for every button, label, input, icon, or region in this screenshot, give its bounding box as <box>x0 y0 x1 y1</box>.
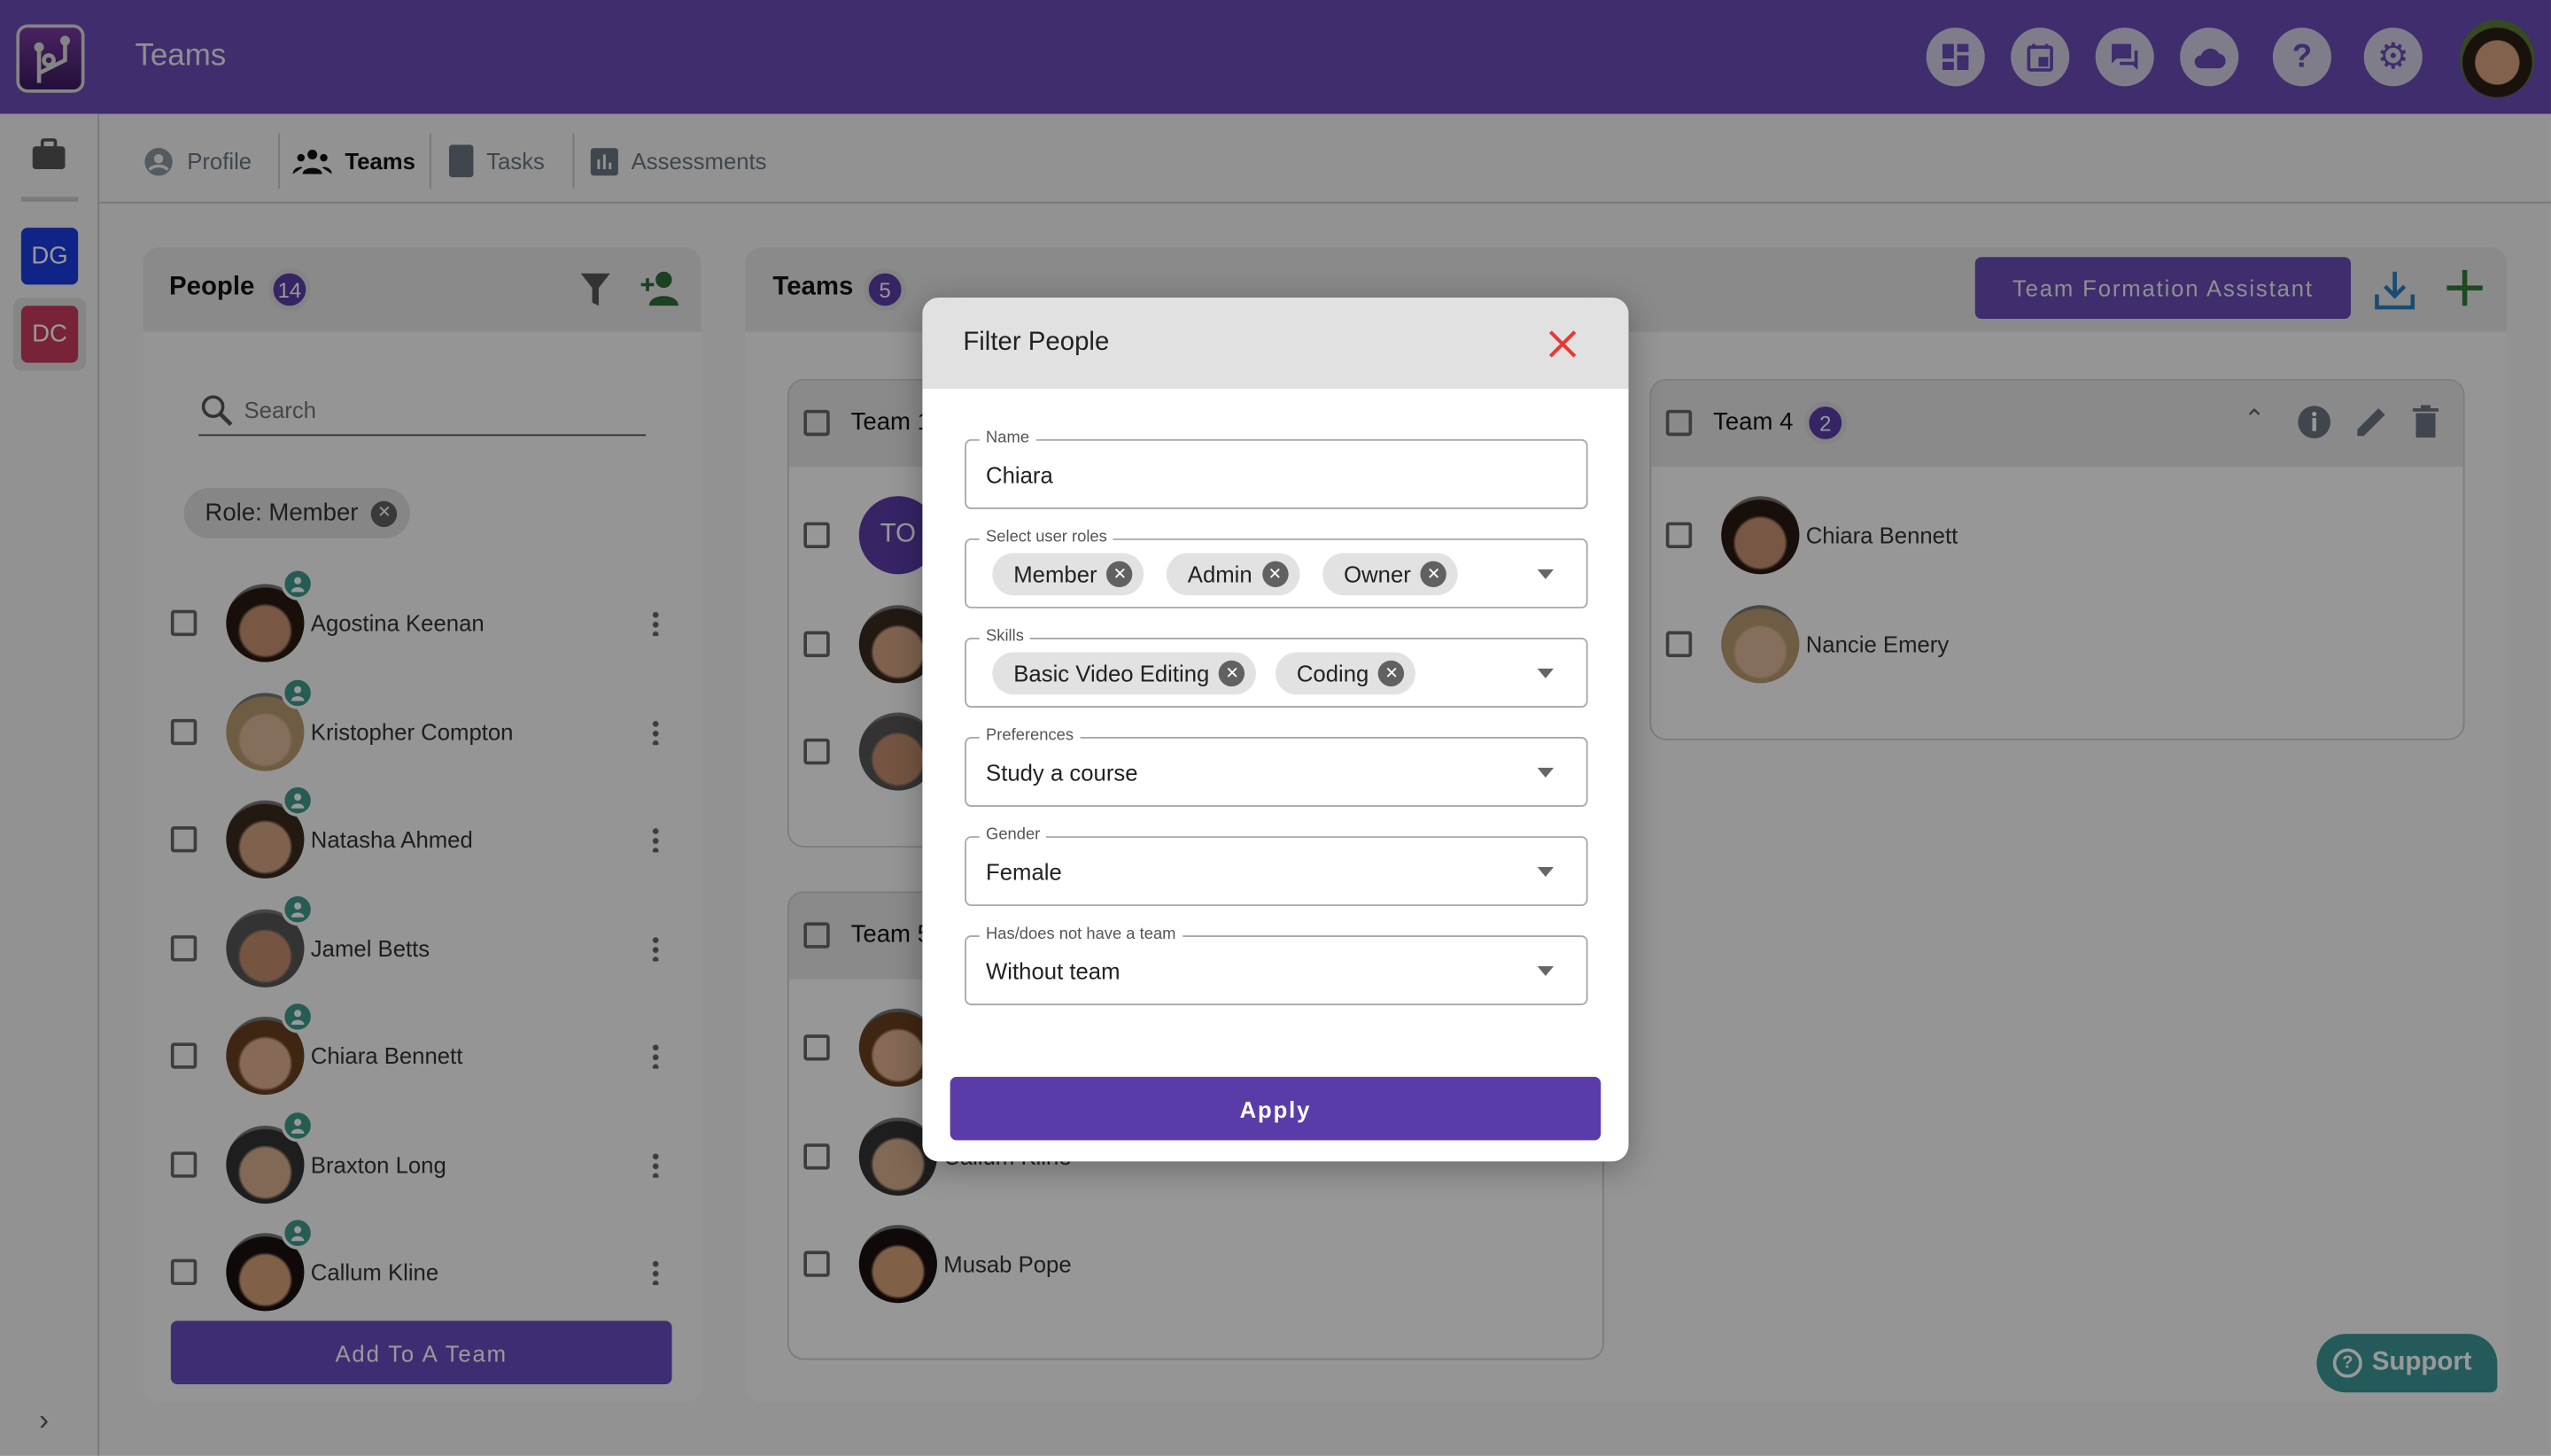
dropdown-arrow-icon[interactable] <box>1537 866 1555 877</box>
gender-label: Gender <box>979 826 1047 845</box>
apply-button[interactable]: Apply <box>950 1076 1601 1141</box>
chip-label: Coding <box>1296 660 1369 687</box>
chip-label: Basic Video Editing <box>1013 660 1210 687</box>
skill-chip-coding[interactable]: Coding ✕ <box>1275 652 1416 695</box>
remove-chip-icon[interactable]: ✕ <box>1219 660 1245 687</box>
remove-chip-icon[interactable]: ✕ <box>1420 561 1447 588</box>
dropdown-arrow-icon[interactable] <box>1537 965 1555 977</box>
name-value: Chiara <box>986 461 1053 489</box>
dropdown-arrow-icon[interactable] <box>1537 668 1555 678</box>
remove-chip-icon[interactable]: ✕ <box>1261 561 1289 588</box>
chip-label: Admin <box>1187 561 1252 588</box>
preferences-select[interactable]: Preferences Study a course <box>965 727 1588 808</box>
user-roles-select[interactable]: Select user roles Member ✕ Admin ✕ Owner ✕ <box>965 528 1588 608</box>
roles-label: Select user roles <box>979 528 1114 547</box>
chip-label: Member <box>1013 561 1097 588</box>
team-status-label: Has/does not have a team <box>979 925 1182 944</box>
team-status-select[interactable]: Has/does not have a team Without team <box>965 925 1588 1006</box>
filter-people-dialog: Filter People Name Chiara Select user rol… <box>922 298 1629 1162</box>
gender-value: Female <box>986 858 1062 886</box>
role-chip-member[interactable]: Member ✕ <box>992 553 1144 596</box>
team-status-value: Without team <box>986 957 1120 985</box>
role-chip-admin[interactable]: Admin ✕ <box>1166 553 1299 596</box>
remove-chip-icon[interactable]: ✕ <box>1378 660 1405 687</box>
skills-select[interactable]: Skills Basic Video Editing ✕ Coding ✕ <box>965 627 1588 708</box>
skills-label: Skills <box>979 627 1031 647</box>
preferences-value: Study a course <box>986 759 1138 786</box>
name-label: Name <box>979 429 1036 448</box>
name-field[interactable]: Name Chiara <box>965 429 1588 509</box>
gender-select[interactable]: Gender Female <box>965 826 1588 907</box>
preferences-label: Preferences <box>979 727 1081 746</box>
dropdown-arrow-icon[interactable] <box>1537 569 1555 579</box>
dialog-title: Filter People <box>963 329 1110 357</box>
role-chip-owner[interactable]: Owner ✕ <box>1322 553 1459 596</box>
skill-chip-basic-video-editing[interactable]: Basic Video Editing ✕ <box>992 652 1257 695</box>
dialog-header: Filter People <box>922 298 1629 389</box>
close-icon[interactable] <box>1548 330 1577 358</box>
remove-chip-icon[interactable]: ✕ <box>1106 561 1134 588</box>
chip-label: Owner <box>1344 561 1411 588</box>
dropdown-arrow-icon[interactable] <box>1537 767 1555 778</box>
